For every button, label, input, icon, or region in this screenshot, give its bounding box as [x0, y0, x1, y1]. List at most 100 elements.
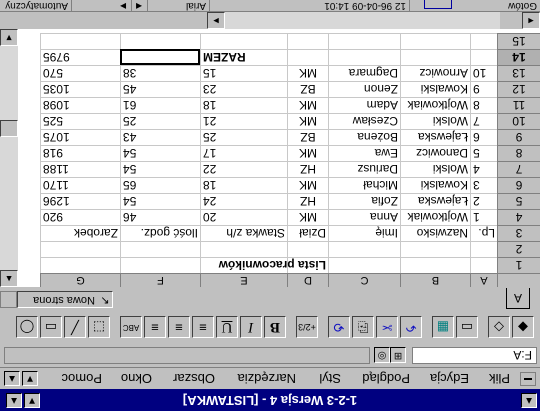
cell-d13[interactable]: MK	[287, 65, 328, 81]
preview-icon[interactable]: ▦	[432, 316, 454, 338]
app-restore-button[interactable]: ▲	[521, 393, 537, 408]
menu-narzedzia[interactable]: Narzędzia	[237, 371, 296, 386]
scroll-right-button[interactable]: ►	[207, 12, 225, 29]
vertical-scroll-thumb[interactable]	[0, 120, 18, 137]
function-selector-icon[interactable]: ◎	[374, 347, 390, 363]
cell-f3[interactable]: Ilość godz.	[120, 225, 200, 241]
row-header-7[interactable]: 7	[497, 161, 540, 177]
cell-d5[interactable]: HZ	[287, 193, 328, 209]
menu-edycja[interactable]: Edycja	[430, 371, 469, 386]
cell-c13[interactable]: Dagmara	[328, 65, 400, 81]
select-icon[interactable]: ⬚	[88, 316, 110, 338]
cell-e15[interactable]	[200, 33, 287, 49]
menu-podglad[interactable]: Podgląd	[362, 371, 410, 386]
rectangle-icon[interactable]: ▭	[40, 316, 62, 338]
column-header-g[interactable]: G	[40, 273, 120, 287]
cell-c4[interactable]: Anna	[328, 209, 400, 225]
status-right-arrow[interactable]: ►	[115, 0, 132, 11]
cell-a3[interactable]: Lp.	[470, 225, 497, 241]
cell-c10[interactable]: Czesław	[328, 113, 400, 129]
cell-g11[interactable]: 1098	[40, 97, 120, 113]
cell-g6[interactable]: 1170	[40, 177, 120, 193]
align-center-icon[interactable]: ≡	[168, 316, 190, 338]
cell-b14[interactable]	[400, 49, 470, 65]
row-header-4[interactable]: 4	[497, 209, 540, 225]
scroll-up-button[interactable]: ▲	[0, 270, 18, 287]
row-header-5[interactable]: 5	[497, 193, 540, 209]
undo-icon[interactable]: ↶	[400, 316, 422, 338]
minimize-button[interactable]: ▼	[24, 393, 40, 408]
column-header-a[interactable]: A	[470, 273, 497, 287]
cell-a6[interactable]: 3	[470, 177, 497, 193]
cell-d1[interactable]: Lista pracowników	[219, 257, 328, 273]
sheet-tab-a[interactable]: A	[506, 288, 530, 309]
cell-c12[interactable]: Zenon	[328, 81, 400, 97]
cell-f2[interactable]	[120, 241, 200, 257]
menu-pomoc[interactable]: Pomoc	[62, 371, 102, 386]
cell-b15[interactable]	[400, 33, 470, 49]
tab-split-box[interactable]	[0, 291, 17, 308]
doc-minimize-button[interactable]: ▼	[22, 371, 38, 386]
cell-c11[interactable]: Adam	[328, 97, 400, 113]
paste-icon[interactable]: ⟲	[328, 316, 350, 338]
copy-icon[interactable]: ⎘	[352, 316, 374, 338]
cell-g7[interactable]: 1188	[40, 161, 120, 177]
cell-a13[interactable]: 10	[470, 65, 497, 81]
contents-box[interactable]	[4, 347, 370, 364]
menu-styl[interactable]: Styl	[319, 371, 341, 386]
cell-a7[interactable]: 4	[470, 161, 497, 177]
cell-e4[interactable]: 20	[200, 209, 287, 225]
align-left-icon[interactable]: ≡	[192, 316, 214, 338]
cell-e10[interactable]: 21	[200, 113, 287, 129]
cell-f4[interactable]: 46	[120, 209, 200, 225]
cell-b13[interactable]: Arnowicz	[400, 65, 470, 81]
cell-e3[interactable]: Stawka z/h	[200, 225, 287, 241]
column-header-b[interactable]: B	[400, 273, 470, 287]
cell-b7[interactable]: Wolski	[400, 161, 470, 177]
cell-d15[interactable]	[287, 33, 328, 49]
cell-a2[interactable]	[470, 241, 497, 257]
cell-e5[interactable]: 24	[200, 193, 287, 209]
row-header-3[interactable]: 3	[497, 225, 540, 241]
cell-a1[interactable]	[470, 257, 497, 273]
cell-d12[interactable]: BZ	[287, 81, 328, 97]
underline-button[interactable]: U	[216, 316, 238, 338]
cell-g13[interactable]: 570	[40, 65, 120, 81]
cell-e11[interactable]: 18	[200, 97, 287, 113]
cell-b9[interactable]: Łajewska	[400, 129, 470, 145]
cell-e8[interactable]: 17	[200, 145, 287, 161]
cell-f13[interactable]: 38	[120, 65, 200, 81]
cell-b8[interactable]: Danowicz	[400, 145, 470, 161]
cell-c2[interactable]	[328, 241, 400, 257]
cell-g9[interactable]: 1075	[40, 129, 120, 145]
ellipse-icon[interactable]: ◯	[16, 316, 38, 338]
cell-d9[interactable]: BZ	[287, 129, 328, 145]
cell-g5[interactable]: 1296	[40, 193, 120, 209]
cell-e1[interactable]	[200, 257, 287, 273]
cell-e2[interactable]	[200, 241, 287, 257]
row-header-11[interactable]: 11	[497, 97, 540, 113]
navigator-icon[interactable]: ⊞	[390, 347, 406, 363]
cell-f15[interactable]	[120, 33, 200, 49]
toolbar-tool-2-icon[interactable]: ◇	[488, 316, 510, 338]
cell-f7[interactable]: 54	[120, 161, 200, 177]
cell-c7[interactable]: Dariusz	[328, 161, 400, 177]
cell-c14[interactable]	[328, 49, 400, 65]
cell-g3[interactable]: Zarobek	[40, 225, 120, 241]
cell-a12[interactable]: 9	[470, 81, 497, 97]
row-header-8[interactable]: 8	[497, 145, 540, 161]
status-font[interactable]: Arial	[182, 0, 210, 11]
cell-b11[interactable]: Wojtkowiak	[400, 97, 470, 113]
cell-f1[interactable]	[120, 257, 200, 273]
menu-plik[interactable]: Plik	[489, 371, 510, 386]
scroll-left-button[interactable]: ◄	[522, 12, 540, 29]
cell-f12[interactable]: 45	[120, 81, 200, 97]
cell-b2[interactable]	[400, 241, 470, 257]
cell-f9[interactable]: 43	[120, 129, 200, 145]
cell-e12[interactable]: 23	[200, 81, 287, 97]
cell-e14[interactable]: RAZEM	[200, 49, 287, 65]
row-header-9[interactable]: 9	[497, 129, 540, 145]
maximize-button[interactable]: ▲	[6, 393, 22, 408]
status-left-arrow[interactable]: ◄	[131, 0, 148, 11]
cell-c15[interactable]	[328, 33, 400, 49]
